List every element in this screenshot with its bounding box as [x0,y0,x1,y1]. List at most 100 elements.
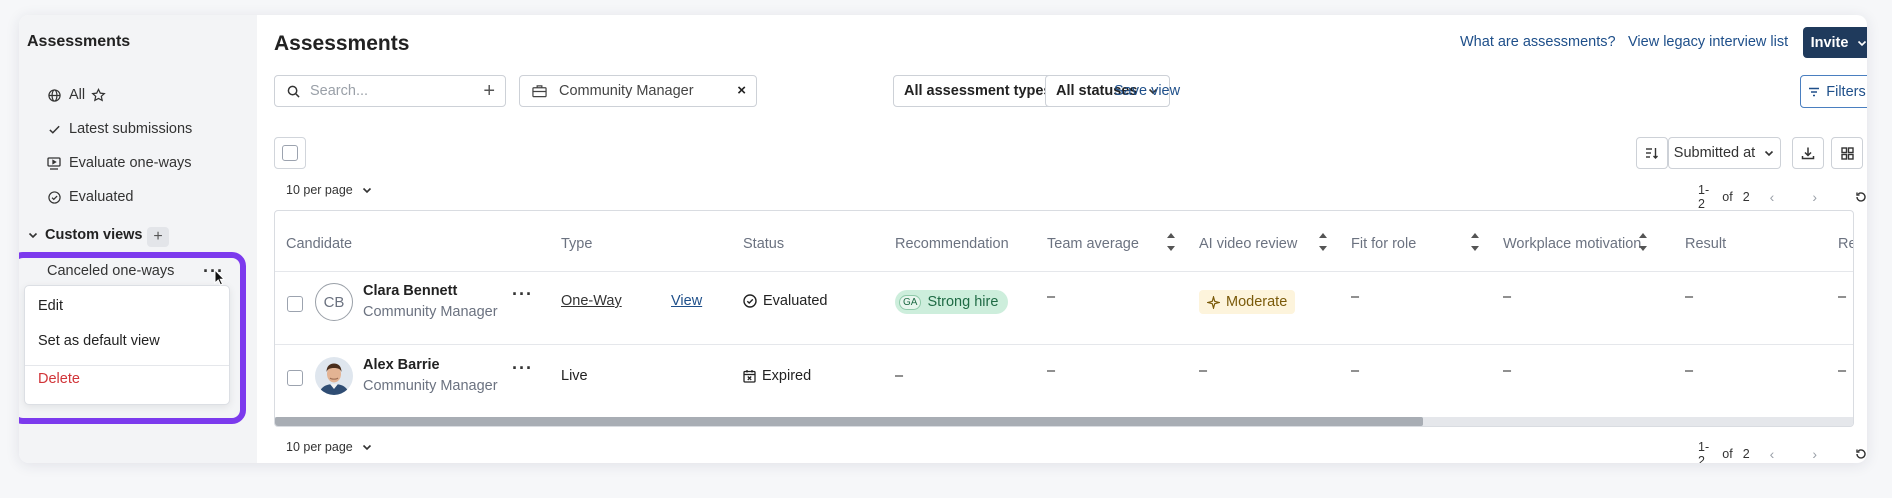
recommender-initials: GA [899,294,922,310]
star-icon[interactable] [91,87,106,103]
what-are-assessments-link[interactable]: What are assessments? [1460,34,1616,50]
custom-views-toggle[interactable]: Custom views [27,227,143,243]
save-view-link[interactable]: Save view [1114,83,1180,99]
legacy-interview-list-link[interactable]: View legacy interview list [1628,34,1788,50]
candidate-role: Community Manager [363,304,498,320]
mouse-cursor-icon [214,269,226,286]
job-filter-label: Community Manager [559,83,694,99]
search-icon [287,85,300,98]
sidebar-item-latest-submissions[interactable]: Latest submissions [47,116,192,142]
row-more-button[interactable]: ··· [512,358,533,379]
workplace-motivation-value: – [1503,363,1512,379]
of-label: of [1722,447,1733,461]
close-icon[interactable]: × [737,82,746,99]
recommendation-badge: GA Strong hire [895,290,1009,314]
sidebar-item-all[interactable]: All [47,82,106,108]
recommendation-value: – [895,368,904,384]
filters-button[interactable]: Filters [1800,75,1867,108]
pagination-top: 1-2 of 2 ‹ › [1698,183,1867,211]
fit-for-role-value: – [1351,289,1360,305]
select-all-checkbox[interactable] [282,145,298,161]
column-header-status[interactable]: Status [743,236,784,252]
briefcase-icon [532,84,547,98]
of-label: of [1722,190,1733,204]
row-divider [275,344,1853,345]
add-search-button[interactable]: + [483,80,495,103]
job-filter-chip[interactable]: Community Manager × [519,75,757,107]
total-count: 2 [1742,447,1750,461]
select-all-wrapper [274,137,306,169]
candidate-name[interactable]: Clara Bennett [363,283,457,299]
sidebar-title: Assessments [27,33,131,50]
fit-for-role-value: – [1351,363,1360,379]
per-page-label: 10 per page [286,440,353,454]
sidebar-item-evaluate-one-ways[interactable]: Evaluate one-ways [47,150,192,176]
invite-button[interactable]: Invite [1803,27,1867,58]
sort-icon [1645,146,1659,160]
candidate-name[interactable]: Alex Barrie [363,357,440,373]
column-header-ai-video-review[interactable]: AI video review [1199,236,1297,252]
ai-review-badge: Moderate [1199,290,1296,314]
team-average-value: – [1047,289,1056,305]
column-header-recommendation[interactable]: Recommendation [895,236,1009,252]
per-page-dropdown-top[interactable]: 10 per page [286,183,373,197]
calendar-x-icon [743,369,756,383]
search-input[interactable] [310,83,460,99]
chevron-down-icon [1763,147,1775,159]
scrollbar-thumb[interactable] [275,417,1423,426]
column-header-candidate[interactable]: Candidate [286,236,352,252]
header-divider [275,271,1853,272]
sort-arrows-icon[interactable] [1469,228,1481,256]
status-badge: Evaluated [743,293,828,309]
column-header-fit-for-role[interactable]: Fit for role [1351,236,1416,252]
filter-icon [1808,87,1820,97]
row-checkbox[interactable] [287,296,303,312]
column-header-more[interactable]: Re [1838,236,1853,252]
column-settings-button[interactable] [1831,137,1863,169]
sort-arrows-icon[interactable] [1317,228,1329,256]
sort-direction-button[interactable] [1636,137,1668,169]
per-page-label: 10 per page [286,183,353,197]
sort-by-label: Submitted at [1673,145,1756,161]
sidebar-item-label: All [69,87,86,103]
column-header-team-average[interactable]: Team average [1047,236,1139,252]
refresh-icon[interactable] [1855,448,1867,460]
row-checkbox[interactable] [287,370,303,386]
page-range: 1-2 [1698,183,1710,211]
sort-arrows-icon[interactable] [1165,228,1177,256]
chevron-left-icon[interactable]: ‹ [1770,446,1775,462]
add-custom-view-button[interactable]: + [147,227,169,247]
total-count: 2 [1742,190,1750,204]
result-value: – [1685,289,1694,305]
check-icon [47,122,61,136]
ai-review-label: Moderate [1226,294,1288,310]
invite-button-label: Invite [1810,34,1849,51]
filters-button-label: Filters [1826,83,1866,100]
refresh-icon[interactable] [1855,191,1867,203]
chevron-right-icon[interactable]: › [1812,189,1817,205]
search-box: + [274,75,506,107]
download-button[interactable] [1792,137,1824,169]
assessment-type[interactable]: One-Way [561,293,622,309]
app-window: Assessments All Latest submissions Evalu… [19,15,1867,463]
column-header-result[interactable]: Result [1685,236,1726,252]
column-header-workplace-motivation[interactable]: Workplace motivation [1503,236,1641,252]
row-more-button[interactable]: ··· [512,284,533,305]
chevron-right-icon[interactable]: › [1812,446,1817,462]
check-circle-icon [743,294,757,308]
sort-by-dropdown[interactable]: Submitted at [1668,137,1781,169]
view-link[interactable]: View [671,293,702,309]
page-title: Assessments [274,32,410,55]
per-page-dropdown-bottom[interactable]: 10 per page [286,440,373,454]
sidebar-item-label: Evaluated [69,189,134,205]
highlight-annotation [19,252,246,424]
sort-arrows-icon[interactable] [1637,228,1649,256]
sidebar-item-evaluated[interactable]: Evaluated [47,184,134,210]
result-value: – [1685,363,1694,379]
chevron-down-icon [27,229,39,241]
column-header-type[interactable]: Type [561,236,592,252]
custom-views-label: Custom views [45,227,143,243]
chevron-left-icon[interactable]: ‹ [1770,189,1775,205]
horizontal-scrollbar[interactable] [275,417,1853,426]
globe-icon [47,88,61,102]
